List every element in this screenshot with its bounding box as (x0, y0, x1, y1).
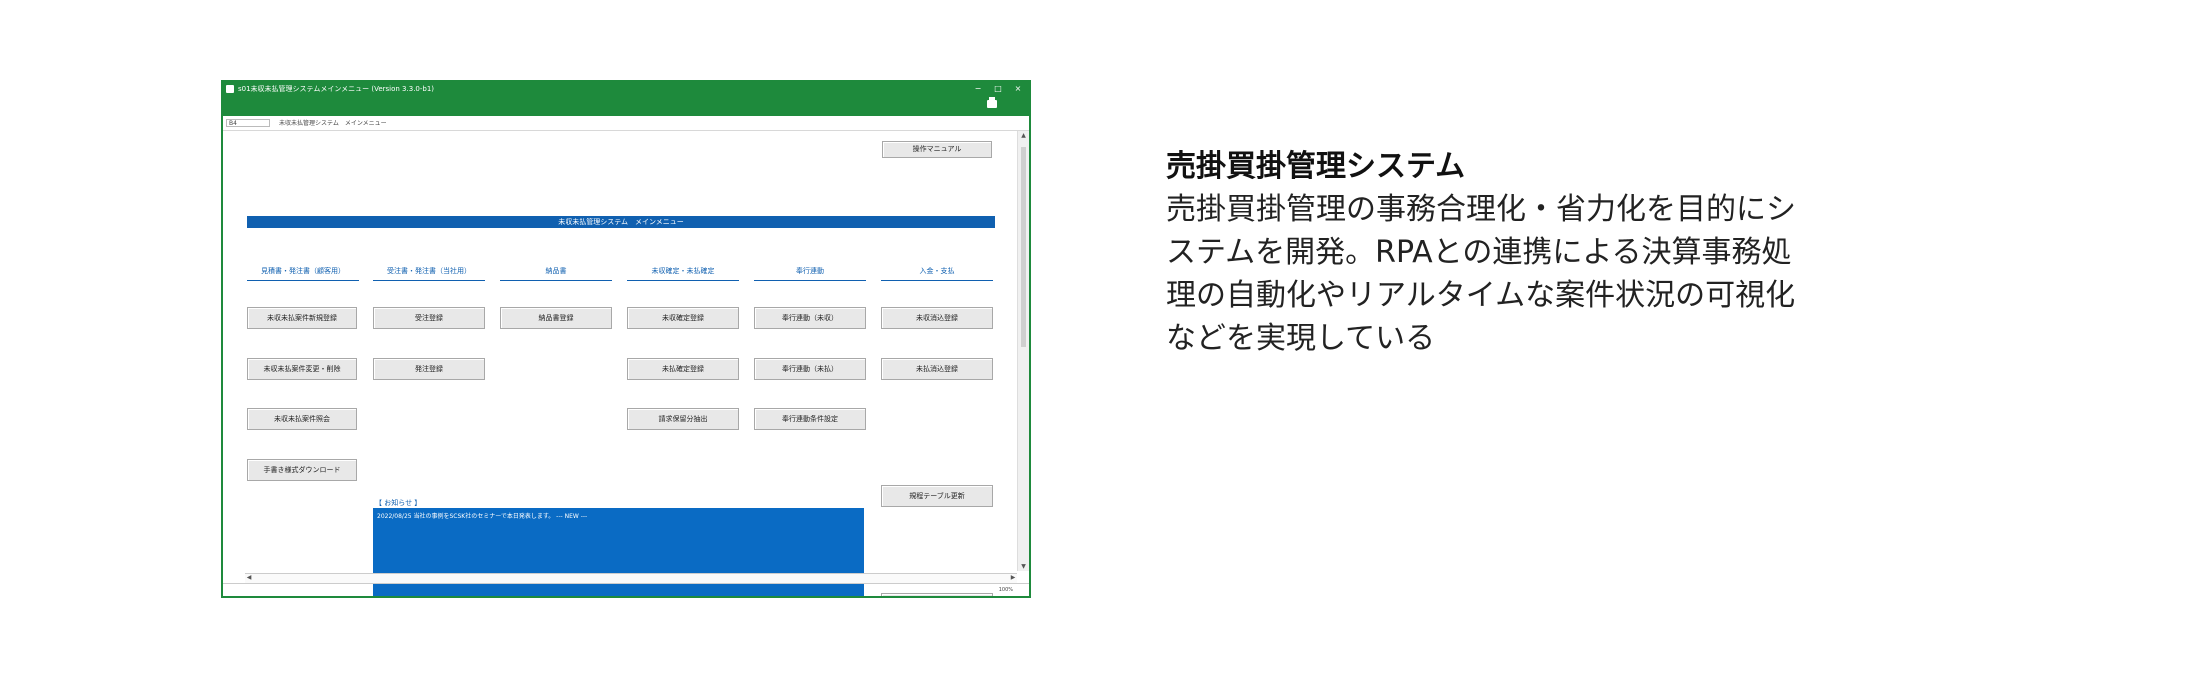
name-box[interactable]: B4 (226, 119, 270, 127)
receivable-confirm-button[interactable]: 未収確定登録 (627, 307, 739, 329)
notice-label: 【 お知らせ 】 (375, 499, 422, 507)
column-header-confirm: 未収確定・未払確定 (627, 266, 739, 281)
order-receipt-button[interactable]: 受注登録 (373, 307, 485, 329)
column-header-order: 受注書・発注書（当社用） (373, 266, 485, 281)
title-bar: s01未収未払管理システムメインメニュー (Version 3.3.0-b1) … (223, 82, 1029, 96)
delivery-note-button[interactable]: 納品書登録 (500, 307, 612, 329)
scroll-down-icon[interactable]: ▼ (1020, 563, 1027, 570)
case-inquiry-button[interactable]: 未収未払案件照会 (247, 408, 357, 430)
maximize-icon[interactable]: □ (991, 82, 1005, 96)
window-title: s01未収未払管理システムメインメニュー (Version 3.3.0-b1) (238, 85, 435, 93)
column-header-bugyo: 奉行連動 (754, 266, 866, 281)
zoom-level[interactable]: 100% (999, 584, 1013, 596)
description-line: 理の自動化やリアルタイムな案件状況の可視化 (1166, 278, 1796, 313)
description-title: 売掛買掛管理システム (1166, 149, 1466, 184)
notice-text: 2022/08/25 当社の事例をSCSK社のセミナーで本日発表します。 ---… (377, 513, 588, 520)
scroll-right-icon[interactable]: ▶ (1009, 574, 1017, 582)
billing-hold-button[interactable]: 請求保留分抽出 (627, 408, 739, 430)
form-download-button[interactable]: 手書き様式ダウンロード (247, 459, 357, 481)
ribbon (223, 96, 1029, 116)
scroll-up-icon[interactable]: ▲ (1020, 132, 1027, 139)
minimize-icon[interactable]: − (971, 82, 985, 96)
manual-button[interactable]: 操作マニュアル (882, 141, 992, 158)
bugyo-receivable-button[interactable]: 奉行連動（未収） (754, 307, 866, 329)
description-line: などを実現している (1166, 321, 1436, 356)
column-header-quote: 見積書・発注書（顧客用） (247, 266, 359, 281)
bugyo-settings-button[interactable]: 奉行連動条件設定 (754, 408, 866, 430)
purchase-order-button[interactable]: 発注登録 (373, 358, 485, 380)
new-case-button[interactable]: 未収未払案件新規登録 (247, 307, 357, 329)
column-header-delivery: 納品書 (500, 266, 612, 281)
description-body: 売掛買掛管理の事務合理化・省力化を目的にシ ステムを開発。RPAとの連携による決… (1166, 188, 2006, 360)
description-line: 売掛買掛管理の事務合理化・省力化を目的にシ (1166, 192, 1796, 227)
scroll-left-icon[interactable]: ◀ (245, 574, 253, 582)
receivable-clear-button[interactable]: 未収消込登録 (881, 307, 993, 329)
horizontal-scrollbar[interactable]: ◀ ▶ (245, 573, 1017, 583)
app-icon (226, 85, 234, 93)
description-line: ステムを開発。RPAとの連携による決算事務処 (1166, 235, 1792, 270)
app-window: s01未収未払管理システムメインメニュー (Version 3.3.0-b1) … (221, 80, 1031, 598)
print-icon[interactable] (987, 97, 997, 108)
formula-content[interactable]: 未収未払管理システム メインメニュー (279, 118, 387, 130)
column-header-payment: 入金・支払 (881, 266, 993, 281)
menu-banner: 未収未払管理システム メインメニュー (247, 216, 995, 228)
formula-bar: B4 未収未払管理システム メインメニュー (223, 118, 1029, 131)
status-bar: 100% (223, 583, 1029, 596)
vertical-scrollbar[interactable]: ▲ ▼ (1017, 131, 1029, 571)
table-update-button[interactable]: 規程テーブル更新 (881, 485, 993, 507)
bugyo-payable-button[interactable]: 奉行連動（未払） (754, 358, 866, 380)
payable-clear-button[interactable]: 未払消込登録 (881, 358, 993, 380)
payable-confirm-button[interactable]: 未払確定登録 (627, 358, 739, 380)
close-icon[interactable]: × (1011, 82, 1025, 96)
scroll-thumb[interactable] (1021, 147, 1026, 347)
edit-case-button[interactable]: 未収未払案件変更・削除 (247, 358, 357, 380)
menu-sheet: 操作マニュアル 未収未払管理システム メインメニュー 見積書・発注書（顧客用） … (223, 131, 1017, 596)
